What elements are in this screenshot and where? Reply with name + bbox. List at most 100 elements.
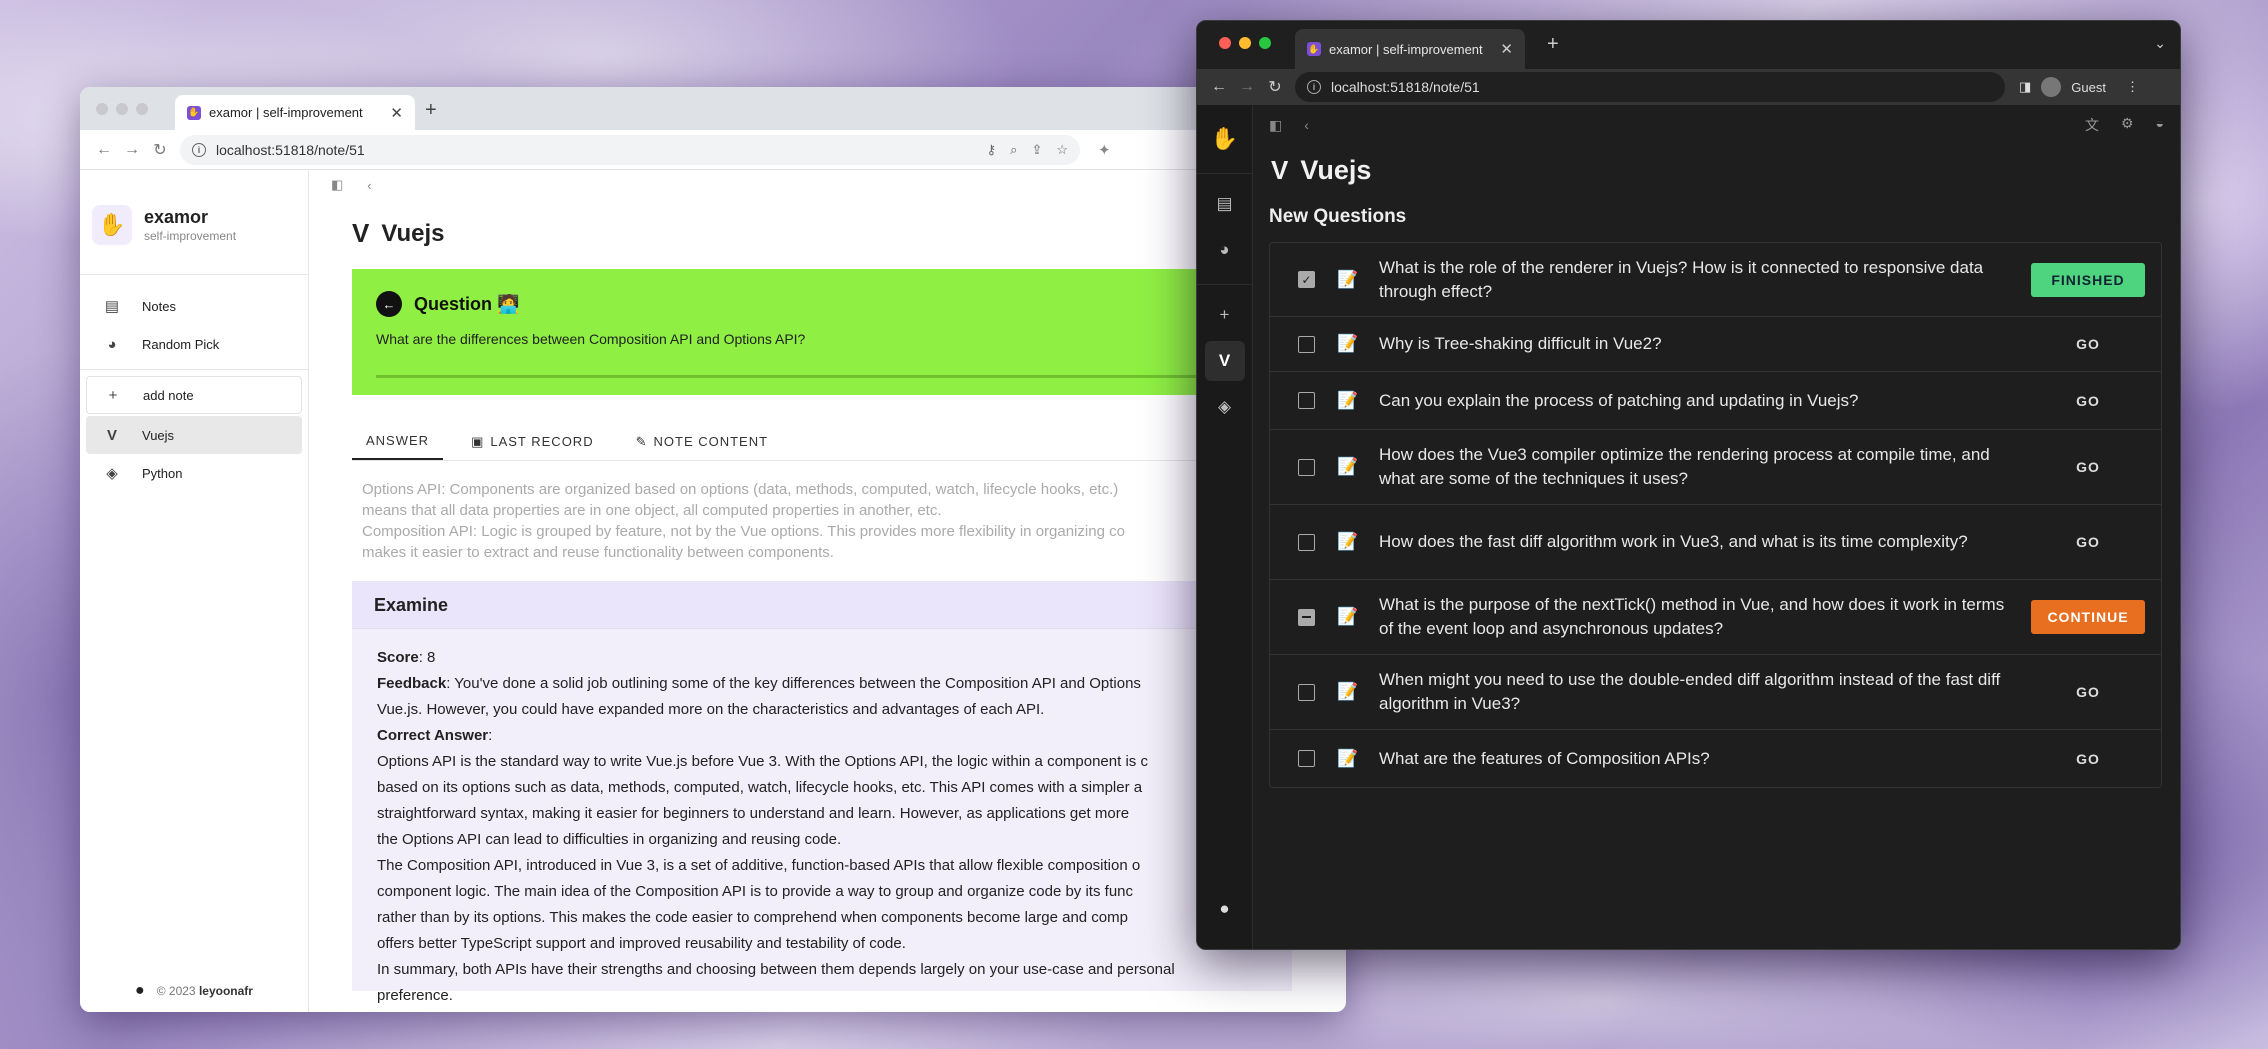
close-icon[interactable]: ✕ xyxy=(390,104,403,122)
go-button[interactable]: GO xyxy=(2031,675,2145,709)
add-note-button[interactable]: + add note xyxy=(86,376,302,414)
reload-icon[interactable]: ↻ xyxy=(1261,77,1289,97)
score-value: 8 xyxy=(427,649,436,666)
checkbox[interactable] xyxy=(1298,533,1315,551)
author-link[interactable]: leyoonafr xyxy=(199,984,253,998)
vue-logo-icon: V xyxy=(352,218,370,248)
go-button[interactable]: GO xyxy=(2031,450,2145,484)
go-button[interactable]: GO xyxy=(2031,384,2145,418)
list-item: 📝 How does the fast diff algorithm work … xyxy=(1270,505,2161,580)
plus-icon[interactable]: + xyxy=(1205,295,1245,335)
github-icon[interactable]: ● xyxy=(1205,889,1245,929)
theme-toggle-icon[interactable]: ◒ xyxy=(2156,115,2164,135)
list-item: 📝 Why is Tree-shaking difficult in Vue2?… xyxy=(1270,317,2161,372)
brand: ✋ examor self-improvement xyxy=(80,170,308,250)
collapse-chevron-icon[interactable]: ‹ xyxy=(1304,117,1309,133)
extensions-icon[interactable]: ✦ xyxy=(1098,141,1111,159)
new-tab-icon[interactable]: + xyxy=(425,99,437,122)
checkbox[interactable] xyxy=(1298,683,1315,701)
new-tab-icon[interactable]: + xyxy=(1547,33,1559,56)
brand-subtitle: self-improvement xyxy=(144,229,237,243)
forward-icon[interactable]: → xyxy=(1233,78,1261,96)
browser-tab[interactable]: ✋ examor | self-improvement ✕ xyxy=(1295,29,1525,69)
maximize-window-button[interactable] xyxy=(1259,37,1271,49)
window-controls[interactable] xyxy=(1219,37,1271,49)
back-icon[interactable]: ← xyxy=(90,141,118,159)
feedback-text: Vue.js. However, you could have expanded… xyxy=(377,701,1045,718)
address-bar[interactable]: i localhost:51818/note/51 xyxy=(1295,72,2005,102)
toggle-sidebar-icon[interactable]: ◧ xyxy=(331,177,343,193)
window-controls[interactable] xyxy=(96,103,148,115)
record-icon: ▣ xyxy=(471,433,485,449)
go-button[interactable]: GO xyxy=(2031,742,2145,776)
settings-icon[interactable]: ⚙ xyxy=(2121,115,2134,135)
checkbox[interactable]: ✓ xyxy=(1298,271,1315,288)
site-info-icon[interactable]: i xyxy=(1307,80,1321,94)
sidebar-item-vuejs[interactable]: V Vuejs xyxy=(86,416,302,454)
sidebar-item-notes[interactable]: ▤ Notes xyxy=(86,287,302,325)
browser-toolbar: ← → ↻ i localhost:51818/note/51 ◨ Guest … xyxy=(1197,69,2180,105)
avatar[interactable] xyxy=(2041,77,2062,97)
vue-icon[interactable]: V xyxy=(1204,341,1245,381)
tab-answer[interactable]: ANSWER xyxy=(352,427,444,460)
browser-window-dark: ✋ examor | self-improvement ✕ + ⌄ ← → ↻ … xyxy=(1196,20,2181,950)
list-item: 📝 When might you need to use the double-… xyxy=(1270,655,2161,730)
menu-kebab-icon[interactable]: ⋮ xyxy=(2126,79,2139,95)
tab-search-chevron-icon[interactable]: ⌄ xyxy=(2154,35,2166,52)
go-button[interactable]: GO xyxy=(2031,327,2145,361)
site-info-icon[interactable]: i xyxy=(192,142,206,157)
tab-bar: ✋ examor | self-improvement ✕ + ⌄ xyxy=(1197,21,2180,69)
bookmark-star-icon[interactable]: ☆ xyxy=(1056,142,1068,158)
checkbox[interactable] xyxy=(1298,608,1315,626)
question-text: When might you need to use the double-en… xyxy=(1379,670,2001,713)
key-icon[interactable]: ⚷ xyxy=(987,142,997,158)
vue-icon: V xyxy=(106,426,117,444)
correct-answer-line: straightforward syntax, making it easier… xyxy=(377,805,1130,822)
answer-line: Composition API: Logic is grouped by fea… xyxy=(362,523,1125,540)
checkbox[interactable] xyxy=(1298,392,1315,409)
question-card: ← Question 🧑‍💻 What are the differences … xyxy=(352,269,1252,395)
list-item: ✓ 📝 What is the role of the renderer in … xyxy=(1270,243,2161,317)
share-icon[interactable]: ⇪ xyxy=(1031,142,1042,158)
question-text: Why is Tree-shaking difficult in Vue2? xyxy=(1379,334,1662,353)
go-button[interactable]: GO xyxy=(2031,525,2145,559)
zoom-icon[interactable]: ⌕ xyxy=(1010,142,1017,158)
browser-tab[interactable]: ✋ examor | self-improvement ✕ xyxy=(175,95,415,130)
checkbox[interactable] xyxy=(1298,458,1315,476)
checkbox[interactable] xyxy=(1298,335,1315,353)
feedback-label: Feedback xyxy=(377,675,447,692)
translate-icon[interactable]: 文 xyxy=(2085,115,2099,135)
tab-note-content[interactable]: ✎ NOTE CONTENT xyxy=(622,427,782,460)
sidebar-item-python[interactable]: ◈ Python xyxy=(86,454,302,492)
question-heading: Question xyxy=(414,293,493,314)
question-text: Can you explain the process of patching … xyxy=(1379,390,1859,410)
notes-icon[interactable]: ▤ xyxy=(1205,184,1245,224)
brain-icon[interactable]: ◕ xyxy=(1205,230,1245,270)
toggle-sidebar-icon[interactable]: ◧ xyxy=(1269,117,1282,134)
question-text: What are the differences between Composi… xyxy=(376,331,806,347)
address-bar[interactable]: i localhost:51818/note/51 ⚷ ⌕ ⇪ ☆ xyxy=(180,134,1080,165)
list-item: 📝 What is the purpose of the nextTick() … xyxy=(1270,580,2161,655)
tab-last-record[interactable]: ▣ LAST RECORD xyxy=(457,427,608,460)
vue-logo-icon: V xyxy=(1271,155,1289,185)
close-window-button[interactable] xyxy=(1219,37,1231,49)
finished-button[interactable]: FINISHED xyxy=(2031,262,2145,297)
back-icon[interactable]: ← xyxy=(1205,78,1233,96)
github-icon[interactable]: ● xyxy=(135,982,145,1000)
reload-icon[interactable]: ↻ xyxy=(146,140,174,160)
collapse-chevron-icon[interactable]: ‹ xyxy=(367,178,371,193)
forward-icon[interactable]: → xyxy=(118,141,146,159)
add-note-label: add note xyxy=(143,387,194,403)
answer-text[interactable]: Options API: Components are organized ba… xyxy=(362,479,1242,563)
sidebar-item-random-pick[interactable]: ◕ Random Pick xyxy=(86,325,302,363)
close-icon[interactable]: ✕ xyxy=(1500,40,1513,58)
checkbox[interactable] xyxy=(1298,750,1315,767)
continue-button[interactable]: CONTINUE xyxy=(2031,600,2145,634)
correct-answer-line: preference. xyxy=(377,987,453,1004)
python-icon[interactable]: ◈ xyxy=(1205,387,1245,427)
side-panel-icon[interactable]: ◨ xyxy=(2019,79,2031,95)
back-arrow-icon[interactable]: ← xyxy=(376,291,402,317)
profile-label[interactable]: Guest xyxy=(2071,80,2106,95)
url-text: localhost:51818/note/51 xyxy=(1331,79,1480,95)
minimize-window-button[interactable] xyxy=(1239,37,1251,49)
